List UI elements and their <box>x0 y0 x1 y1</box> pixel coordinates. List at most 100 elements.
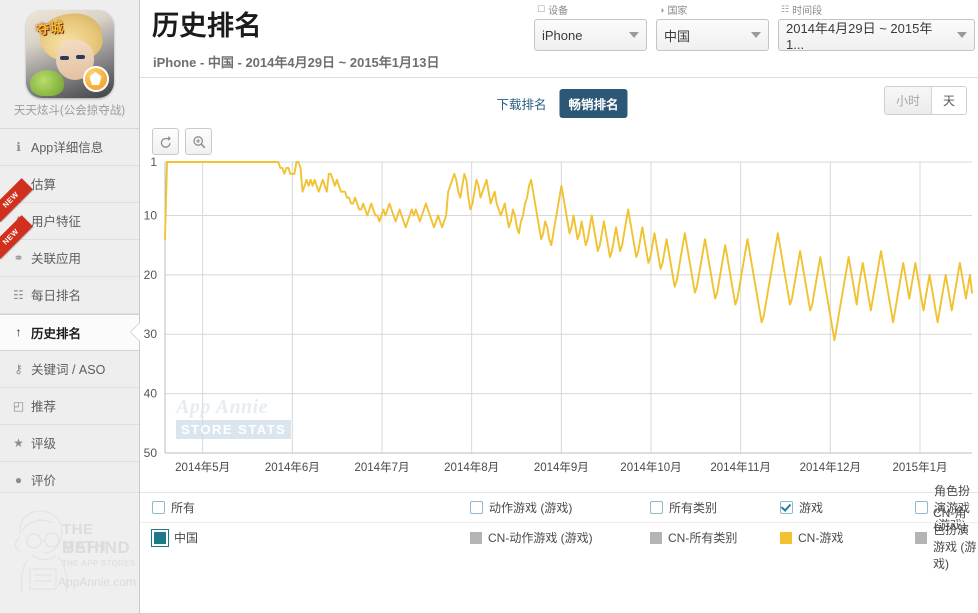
app-root: 夺城 天天炫斗(公会掠夺战) ℹApp详细信息↗估算NEW♟用户特征NEW⚭关联… <box>0 0 978 613</box>
chevron-down-icon <box>629 32 639 38</box>
x-axis-tick-label: 2014年9月 <box>534 460 589 474</box>
reset-zoom-button[interactable] <box>152 128 179 155</box>
tab-ranking-0[interactable]: 下载排名 <box>490 90 552 117</box>
chart-legend: 所有 动作游戏 (游戏) 所有类别 游戏 角色扮演游戏 (游戏) 中国 CN-动作游戏 (… <box>140 484 978 571</box>
x-axis-tick-label: 2014年5月 <box>175 460 230 474</box>
selector-dropdown-2[interactable]: 2014年4月29日 ~ 2015年1... <box>778 19 975 52</box>
chevron-down-icon <box>957 32 967 38</box>
y-axis-tick-label: 1 <box>150 155 157 169</box>
brand-line-3: THE APP STORES <box>62 559 136 568</box>
legend-series-label: 中国 <box>174 531 199 545</box>
ranking-chart[interactable]: 1 10 20 30 40 50 2014年5月 2014年6月 2014年7月 2014年8月 2… <box>140 120 978 480</box>
magnifier-plus-icon <box>192 135 205 148</box>
ranking-type-tabs: 下载排名 畅销排名 <box>490 89 628 118</box>
legend-color-swatch <box>152 529 168 546</box>
checkbox-icon[interactable] <box>650 501 663 514</box>
sidebar-item-label: App详细信息 <box>31 141 104 156</box>
selector-group-1: ◑ 国家中国 <box>656 2 769 51</box>
zoom-in-button[interactable] <box>185 128 212 155</box>
legend-checkbox-3[interactable]: 游戏 <box>780 499 823 516</box>
x-axis-tick-label: 2014年6月 <box>265 460 320 474</box>
tencent-logo-icon <box>82 66 109 92</box>
checkbox-icon[interactable] <box>470 501 483 514</box>
calendar-icon: ☷ <box>13 287 24 302</box>
appannie-brand-block: THE MATH BEHIND THE APP STORES AppAnnie.… <box>0 492 139 613</box>
legend-color-swatch <box>780 531 792 544</box>
sidebar: 夺城 天天炫斗(公会掠夺战) ℹApp详细信息↗估算NEW♟用户特征NEW⚭关联… <box>0 0 140 613</box>
checkbox-icon[interactable] <box>152 501 165 514</box>
selector-label-1: ◑ 国家 <box>659 2 769 18</box>
legend-checkbox-label: 所有类别 <box>669 501 718 515</box>
x-axis-tick-label: 2014年11月 <box>710 460 771 474</box>
sidebar-item-label: 评价 <box>31 474 57 489</box>
comment-icon: ● <box>14 472 23 487</box>
page-header: 历史排名 iPhone - 中国 - 2014年4月29日 ~ 2015年1月1… <box>140 0 978 78</box>
undo-icon <box>160 135 171 148</box>
globe-icon: ◑ <box>659 4 665 15</box>
sidebar-item-6[interactable]: ⚷ 关键词 / ASO <box>0 350 139 388</box>
sidebar-item-4[interactable]: ☷ 每日排名 <box>0 276 139 314</box>
selector-value: 2014年4月29日 ~ 2015年1... <box>786 21 933 52</box>
selector-value: 中国 <box>664 28 691 44</box>
ranking-chart-svg: 1 10 20 30 40 50 2014年5月 2014年6月 2014年7月 2014年8月 2… <box>144 155 973 474</box>
up-arrow-icon: ↑ <box>15 325 22 340</box>
sidebar-item-5[interactable]: ↑ 历史排名 <box>0 313 140 351</box>
selector-group-0: ☐ 设备 iPhone <box>534 2 647 51</box>
selector-dropdown-0[interactable]: iPhone <box>534 19 647 51</box>
brand-line-2: BEHIND <box>62 538 131 557</box>
legend-checkbox-2[interactable]: 所有类别 <box>650 499 717 516</box>
y-axis-tick-label: 40 <box>144 387 158 401</box>
sidebar-item-label: 推荐 <box>31 400 57 415</box>
legend-series-3[interactable]: CN-游戏 <box>780 529 843 546</box>
app-icon-banner-text: 夺城 <box>34 19 65 38</box>
sidebar-item-label: 用户特征 <box>31 215 82 230</box>
legend-checkbox-label: 动作游戏 (游戏) <box>489 501 573 515</box>
legend-series-1[interactable]: CN-动作游戏 (游戏) <box>470 529 593 546</box>
app-icon[interactable]: 夺城 <box>25 10 114 98</box>
legend-series-0[interactable]: 中国 <box>152 529 198 546</box>
page-subtitle: iPhone - 中国 - 2014年4月29日 ~ 2015年1月13日 <box>153 55 440 70</box>
legend-series-label: CN-角色扮演游戏 (游戏) <box>933 505 977 571</box>
app-icon-container: 夺城 <box>0 0 139 98</box>
time-unit-toggle: 小时天 <box>883 86 967 115</box>
legend-checkbox-0[interactable]: 所有 <box>152 499 195 516</box>
key-icon: ⚷ <box>14 361 23 376</box>
filter-selectors: ☐ 设备 iPhone ◑ 国家 中国 ☷ 时间段 2014年4月29日 ~ 2015年1... <box>534 2 975 52</box>
legend-color-swatch <box>915 531 927 544</box>
device-icon: ☐ <box>537 4 546 14</box>
x-axis-tick-label: 2014年7月 <box>355 460 410 474</box>
legend-color-swatch <box>650 531 662 544</box>
page-title: 历史排名 <box>152 11 262 41</box>
checkbox-icon[interactable] <box>780 501 793 514</box>
sidebar-item-7[interactable]: ◰ 推荐 <box>0 387 139 425</box>
sidebar-item-label: 关联应用 <box>31 252 82 267</box>
legend-series-label: CN-动作游戏 (游戏) <box>488 531 593 545</box>
sidebar-item-label: 估算 <box>31 178 57 193</box>
sidebar-item-0[interactable]: ℹ App详细信息 <box>0 128 139 166</box>
info-icon: ℹ <box>16 139 21 154</box>
tab-ranking-1[interactable]: 畅销排名 <box>559 89 628 118</box>
legend-series-4[interactable]: CN-角色扮演游戏 (游戏) <box>915 504 978 572</box>
sidebar-item-8[interactable]: ★ 评级 <box>0 424 139 462</box>
x-axis-tick-label: 2014年10月 <box>620 460 681 474</box>
legend-series-2[interactable]: CN-所有类别 <box>650 529 737 546</box>
unit-button-1[interactable]: 天 <box>930 87 966 114</box>
unit-button-0[interactable]: 小时 <box>884 87 931 114</box>
legend-color-swatch <box>470 531 482 544</box>
legend-checkbox-label: 游戏 <box>799 501 824 515</box>
legend-checkbox-row: 所有 动作游戏 (游戏) 所有类别 游戏 角色扮演游戏 (游戏) <box>140 484 978 532</box>
sidebar-item-3[interactable]: NEW ⚭ 关联应用 <box>0 214 139 277</box>
legend-checkbox-1[interactable]: 动作游戏 (游戏) <box>470 499 572 516</box>
app-name-label: 天天炫斗(公会掠夺战) <box>0 98 139 129</box>
chart-tool-buttons <box>152 128 212 155</box>
plot-background <box>165 162 972 453</box>
brand-line-4: AppAnnie.com <box>58 575 137 589</box>
main-content: 历史排名 iPhone - 中国 - 2014年4月29日 ~ 2015年1月1… <box>140 0 978 613</box>
y-axis-tick-label: 30 <box>144 327 158 341</box>
y-axis-tick-label: 50 <box>144 446 158 460</box>
y-axis-tick-label: 20 <box>144 268 158 282</box>
star-icon: ★ <box>13 435 24 450</box>
sidebar-item-label: 每日排名 <box>31 289 82 304</box>
x-axis-tick-label: 2015年1月 <box>893 460 948 474</box>
selector-dropdown-1[interactable]: 中国 <box>656 19 769 51</box>
